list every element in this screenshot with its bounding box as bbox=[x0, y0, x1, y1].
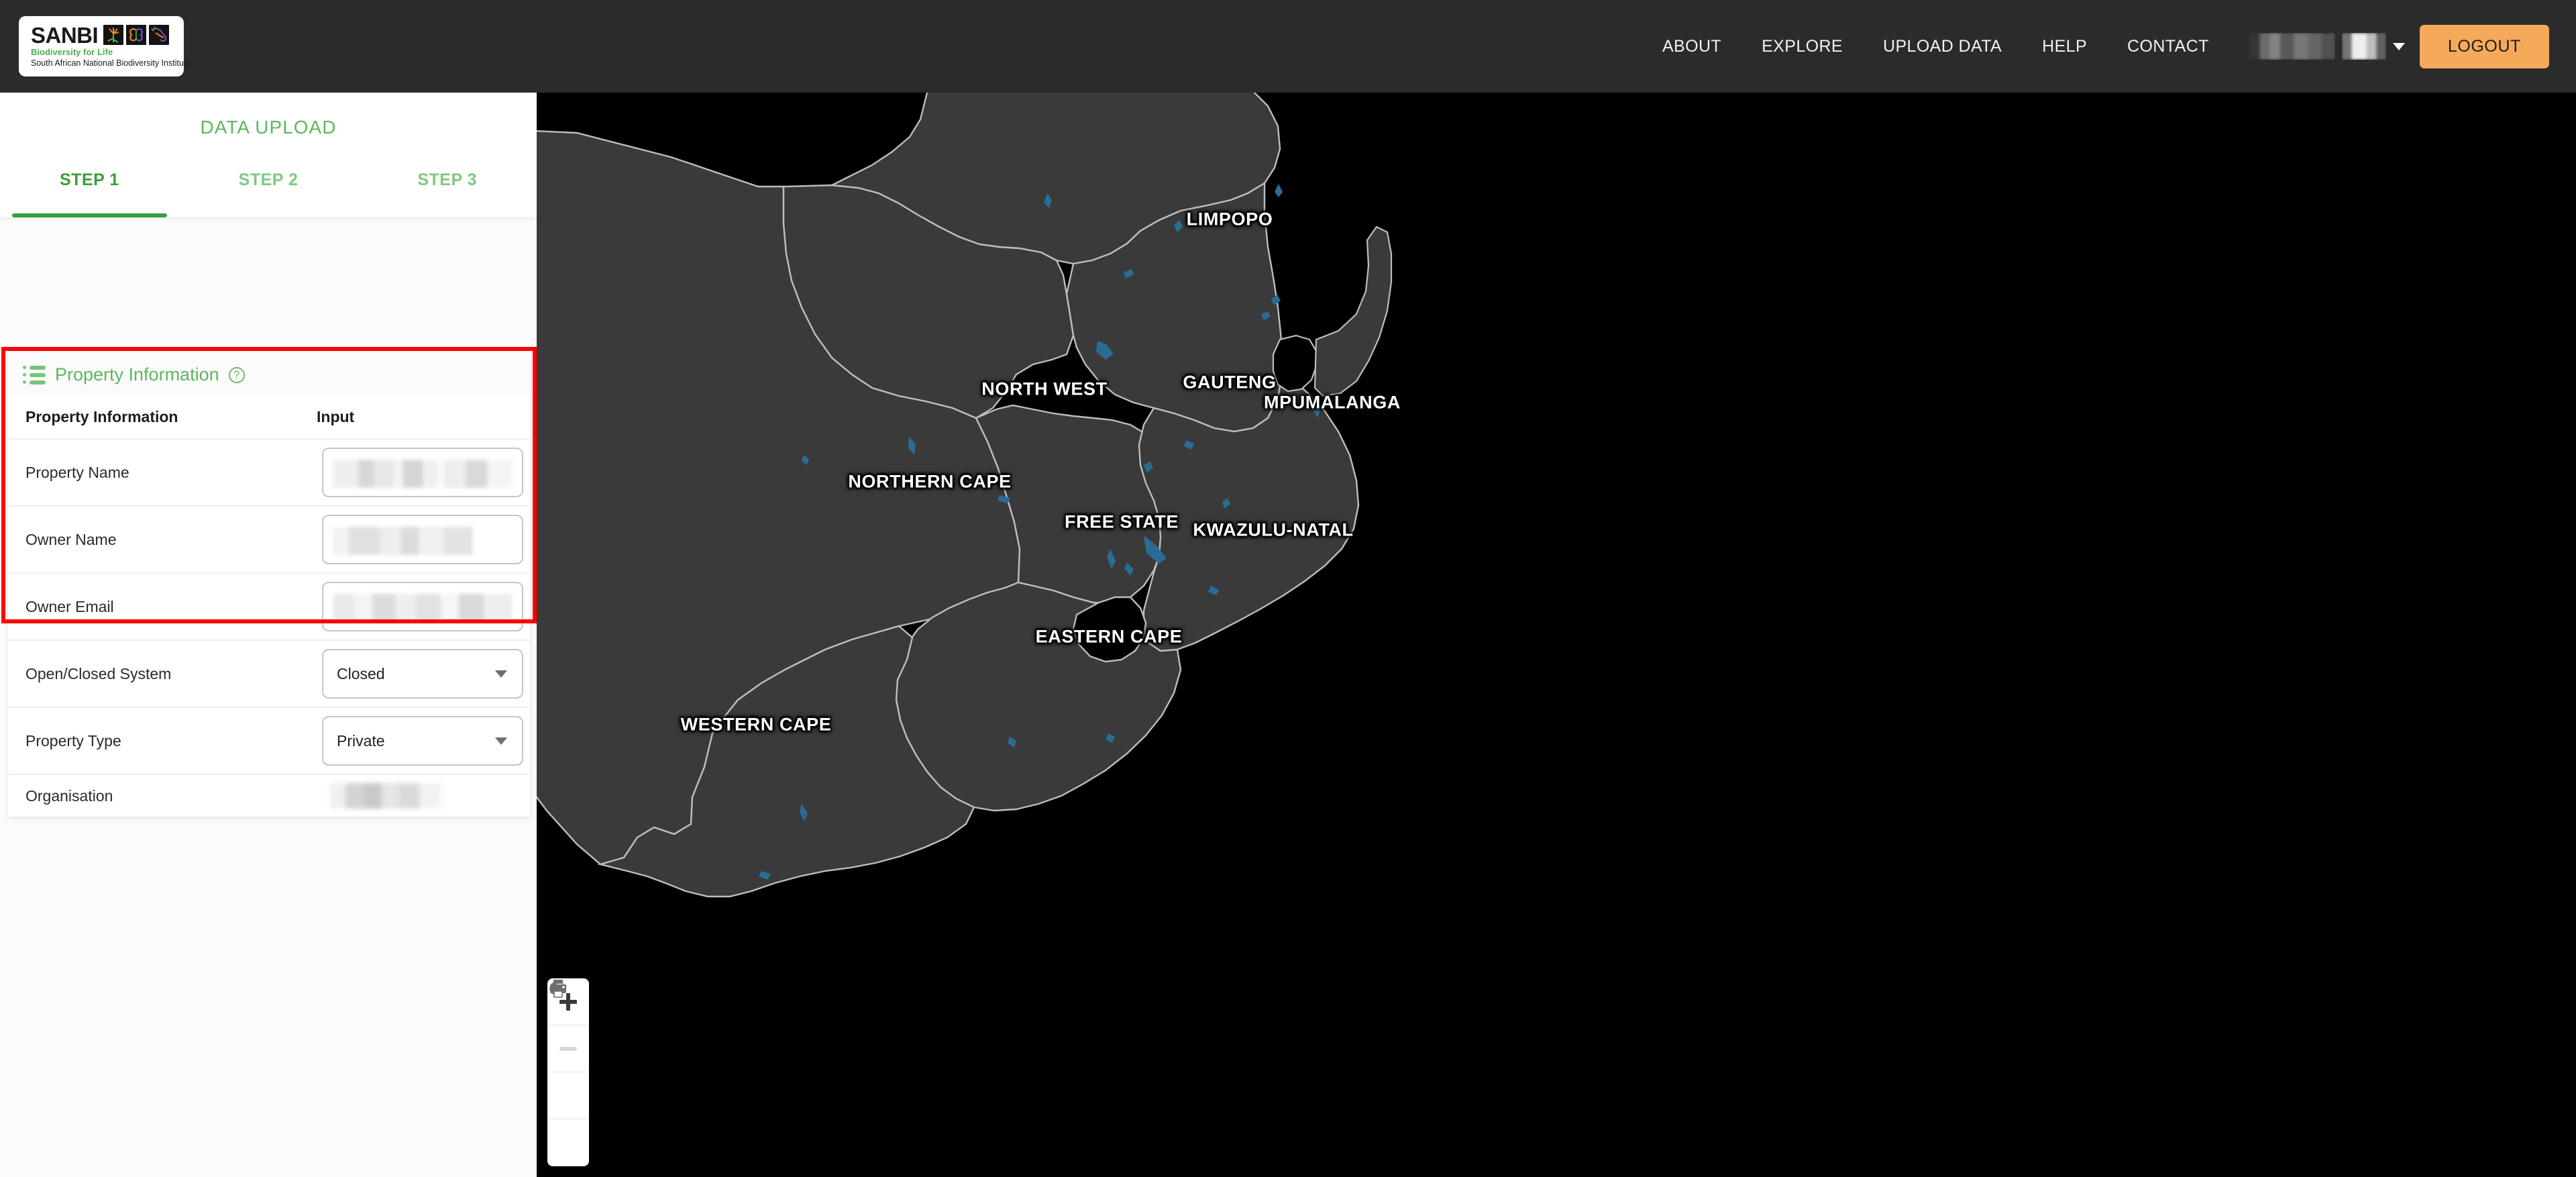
logo-image-tiles bbox=[103, 25, 170, 46]
column-header-property-information: Property Information bbox=[8, 396, 305, 440]
property-information-header: Property Information ? bbox=[8, 352, 530, 396]
top-header: SANBI Biodiversity for Life South Africa… bbox=[0, 0, 2576, 93]
step-tabs: STEP 1 STEP 2 STEP 3 bbox=[0, 156, 537, 217]
logo-gecko-icon bbox=[149, 25, 170, 46]
table-row: Owner Name bbox=[8, 506, 530, 574]
tab-step-1[interactable]: STEP 1 bbox=[0, 156, 179, 217]
property-information-title: Property Information bbox=[55, 364, 219, 385]
username-redacted-second bbox=[2342, 33, 2386, 60]
logo-tagline: Biodiversity for Life bbox=[31, 46, 113, 57]
table-row: Property Name bbox=[8, 439, 530, 507]
map-label-kwazulu-natal: KWAZULU-NATAL bbox=[1193, 519, 1354, 540]
owner-email-value-redacted bbox=[333, 594, 513, 622]
property-information-section: Property Information ? Property Informat… bbox=[1, 347, 538, 1177]
map-label-eastern-cape: EASTERN CAPE bbox=[1035, 626, 1183, 647]
table-header-row: Property Information Input bbox=[8, 396, 530, 440]
map-label-gauteng: GAUTENG bbox=[1183, 372, 1277, 393]
logo-top-row: SANBI bbox=[31, 22, 170, 48]
list-icon bbox=[23, 365, 46, 385]
map-label-free-state: FREE STATE bbox=[1064, 511, 1179, 532]
row-label-property-type: Property Type bbox=[8, 707, 305, 775]
column-header-input: Input bbox=[305, 396, 530, 440]
organisation-value-redacted bbox=[330, 783, 441, 809]
south-africa-map[interactable]: LIMPOPO NORTH WEST GAUTENG MPUMALANGA FR… bbox=[537, 93, 2576, 1177]
property-type-select[interactable]: Private bbox=[322, 716, 523, 766]
property-type-value: Private bbox=[337, 731, 385, 750]
table-row: Organisation bbox=[8, 774, 530, 817]
table-row: Owner Email bbox=[8, 573, 530, 641]
table-row: Open/Closed System Closed bbox=[8, 640, 530, 708]
map-controls bbox=[547, 978, 589, 1166]
logo-flower-icon bbox=[103, 25, 124, 46]
logo-brand-text: SANBI bbox=[31, 22, 99, 48]
nav-item-upload-data[interactable]: UPLOAD DATA bbox=[1863, 37, 2022, 56]
map-label-mpumalanga: MPUMALANGA bbox=[1264, 392, 1401, 413]
table-row: Property Type Private bbox=[8, 707, 530, 775]
chevron-down-icon bbox=[495, 670, 507, 678]
owner-name-value-redacted bbox=[333, 527, 513, 555]
map-label-north-west: NORTH WEST bbox=[981, 378, 1108, 399]
property-information-table: Property Information Input Property Name bbox=[8, 396, 530, 817]
neighbour-mozambique-strip bbox=[1313, 225, 1393, 397]
map-label-limpopo: LIMPOPO bbox=[1186, 209, 1273, 229]
map-print-button[interactable] bbox=[547, 980, 589, 1166]
chevron-down-icon bbox=[2392, 42, 2405, 50]
map-vector bbox=[537, 93, 1393, 898]
row-label-organisation: Organisation bbox=[25, 786, 113, 805]
help-circle-icon[interactable]: ? bbox=[228, 366, 245, 383]
logo-full-name: South African National Biodiversity Inst… bbox=[31, 58, 191, 68]
nav-item-contact[interactable]: CONTACT bbox=[2107, 37, 2229, 56]
tab-step-3[interactable]: STEP 3 bbox=[358, 156, 537, 217]
data-upload-sidebar: DATA UPLOAD STEP 1 STEP 2 STEP 3 Propert… bbox=[0, 93, 537, 1177]
open-closed-system-select[interactable]: Closed bbox=[322, 649, 523, 699]
row-label-owner-email: Owner Email bbox=[8, 573, 305, 641]
property-name-input[interactable] bbox=[322, 448, 523, 497]
chevron-down-icon bbox=[495, 737, 507, 745]
row-label-open-closed-system: Open/Closed System bbox=[8, 640, 305, 708]
country-eswatini bbox=[1272, 334, 1318, 393]
map-label-northern-cape: NORTHERN CAPE bbox=[848, 471, 1012, 492]
logo-butterfly-icon bbox=[126, 25, 147, 46]
row-label-owner-name: Owner Name bbox=[8, 506, 305, 574]
property-name-value-redacted bbox=[333, 460, 513, 488]
nav-item-help[interactable]: HELP bbox=[2022, 37, 2107, 56]
sanbi-logo[interactable]: SANBI Biodiversity for Life South Africa… bbox=[19, 15, 191, 77]
nav-item-explore[interactable]: EXPLORE bbox=[1741, 37, 1863, 56]
minus-icon bbox=[559, 1046, 577, 1051]
owner-name-input[interactable] bbox=[322, 515, 523, 564]
user-menu[interactable] bbox=[2229, 33, 2420, 60]
property-information-card: Property Information ? Property Informat… bbox=[8, 352, 530, 817]
app-root: SANBI Biodiversity for Life South Africa… bbox=[0, 0, 2576, 1177]
main-navigation: ABOUT EXPLORE UPLOAD DATA HELP CONTACT L… bbox=[1642, 24, 2576, 68]
page-title: DATA UPLOAD bbox=[0, 93, 537, 156]
nav-item-about[interactable]: ABOUT bbox=[1642, 37, 1741, 56]
printer-icon bbox=[550, 980, 566, 998]
map-label-western-cape: WESTERN CAPE bbox=[680, 714, 832, 735]
map-zoom-out-button[interactable] bbox=[547, 1025, 589, 1072]
username-redacted bbox=[2249, 33, 2335, 60]
map-night-mode-button[interactable] bbox=[547, 981, 589, 1119]
owner-email-input[interactable] bbox=[322, 582, 523, 631]
logout-button[interactable]: LOGOUT bbox=[2419, 24, 2549, 68]
row-label-property-name: Property Name bbox=[8, 439, 305, 507]
open-closed-system-value: Closed bbox=[337, 664, 385, 682]
tab-step-2[interactable]: STEP 2 bbox=[179, 156, 358, 217]
